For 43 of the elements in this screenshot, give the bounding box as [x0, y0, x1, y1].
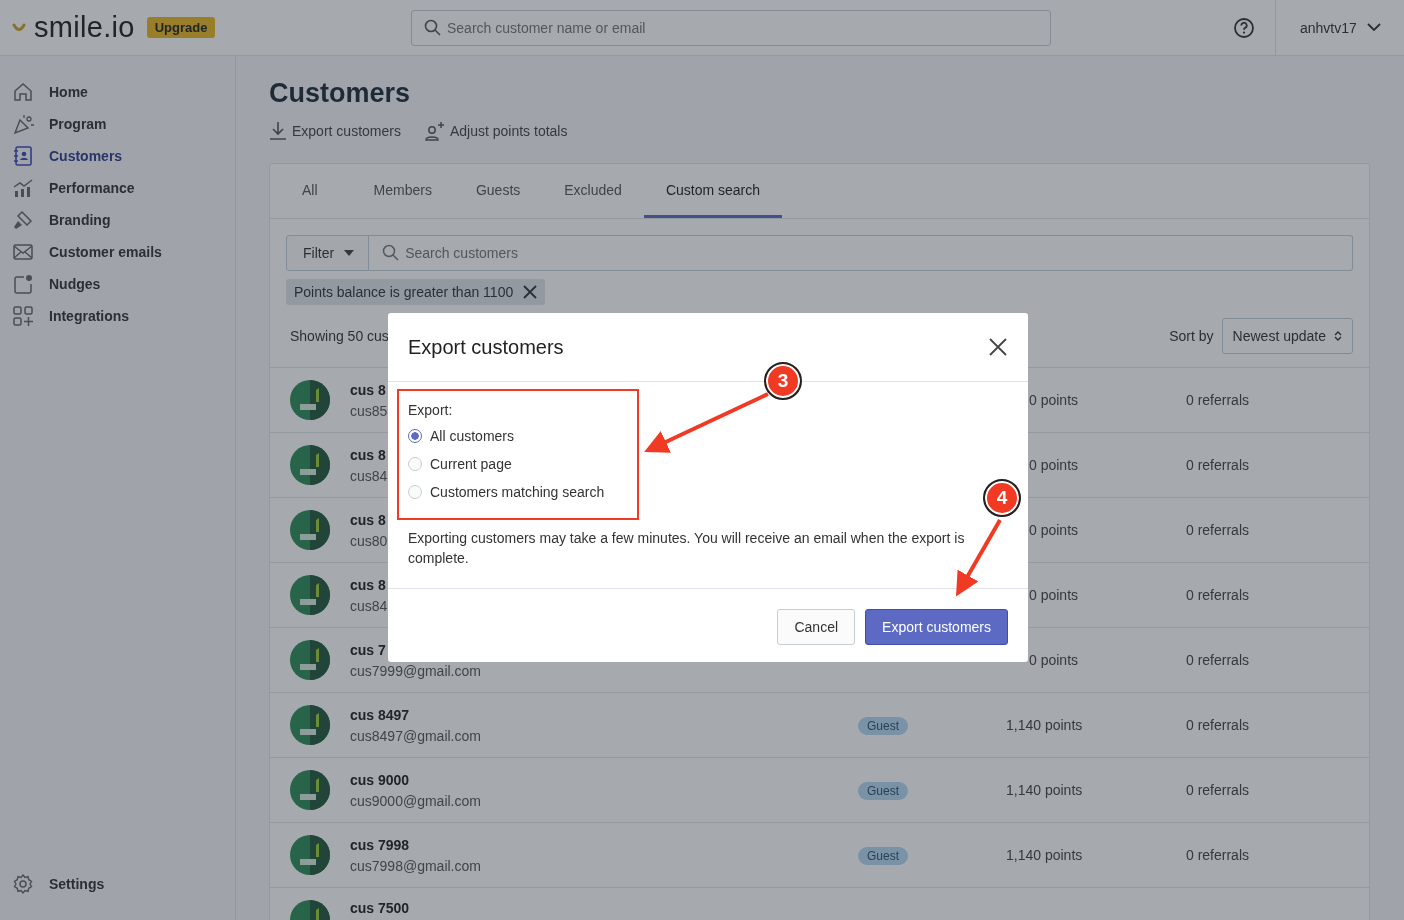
referrals-value: 0 referrals: [1186, 587, 1250, 603]
customer-name: cus 8: [350, 576, 386, 593]
customer-email: cus84: [350, 467, 388, 484]
sort-label: Sort by: [1169, 328, 1214, 344]
customer-email: cus8497@gmail.com: [350, 727, 481, 744]
customer-name: cus 8: [350, 511, 386, 528]
page-title: Customers: [269, 78, 412, 109]
customer-name: cus 7998: [350, 836, 410, 853]
customer-name: cus 7: [350, 641, 386, 658]
points-value: 0 points: [1028, 522, 1080, 538]
points-value: 0 points: [1028, 392, 1080, 408]
referrals-value: 0 referrals: [1186, 717, 1250, 733]
customer-email: cus80: [350, 532, 388, 549]
customer-name: cus 8: [350, 446, 386, 463]
referrals-value: 0 referrals: [1186, 652, 1250, 668]
referrals-value: 0 referrals: [1186, 522, 1250, 538]
guest-tag: Guest: [858, 847, 908, 865]
guest-tag: Guest: [858, 717, 908, 735]
filter-chip-text: Points balance is greater than 1100: [294, 284, 514, 300]
points-value: 0 points: [1028, 587, 1080, 603]
customer-name: cus 8497: [350, 706, 410, 723]
dialog-title: Export customers: [408, 335, 564, 359]
customer-email: cus85: [350, 402, 388, 419]
customer-name: cus 8: [350, 381, 386, 398]
customer-email: cus7998@gmail.com: [350, 857, 481, 874]
customer-name: cus 7500: [350, 900, 410, 916]
customer-name: cus 9000: [350, 771, 410, 788]
customer-email: cus7999@gmail.com: [350, 662, 481, 679]
customer-email: cus9000@gmail.com: [350, 792, 481, 809]
points-value: 1,140 points: [1006, 847, 1084, 863]
showing-count: Showing 50 cus: [290, 328, 389, 344]
export-note: Exporting customers may take a few minutes. You will receive an email when the export is complete.: [408, 529, 966, 568]
referrals-value: 0 referrals: [1186, 392, 1250, 408]
guest-tag: Guest: [858, 782, 908, 800]
customer-email: cus84: [350, 597, 388, 614]
points-value: 1,140 points: [1006, 717, 1084, 733]
referrals-value: 0 referrals: [1186, 847, 1250, 863]
points-value: 1,140 points: [1006, 782, 1084, 798]
points-value: 0 points: [1028, 457, 1080, 473]
referrals-value: 0 referrals: [1186, 782, 1250, 798]
referrals-value: 0 referrals: [1186, 457, 1250, 473]
export-label: Export:: [408, 402, 453, 418]
points-value: 0 points: [1028, 652, 1080, 668]
